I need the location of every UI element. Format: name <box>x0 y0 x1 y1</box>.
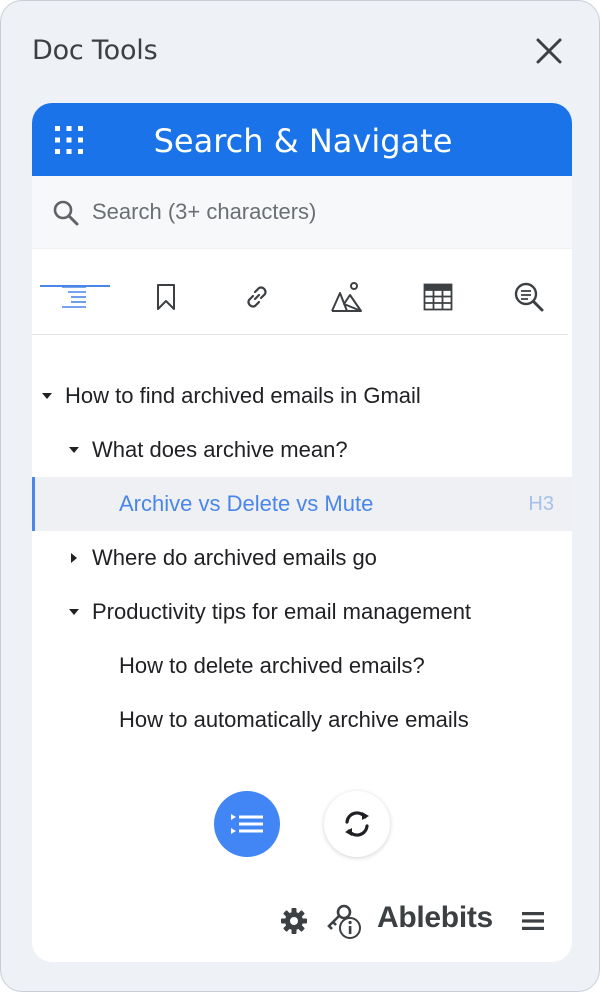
tree-item-label: How to automatically archive emails <box>119 707 469 732</box>
search-bar <box>32 176 572 249</box>
caret-right-icon[interactable] <box>68 552 80 564</box>
outline-view-button[interactable] <box>214 791 280 857</box>
gear-icon[interactable] <box>280 907 308 935</box>
tree-item-selected[interactable]: Archive vs Delete vs Mute H3 <box>32 477 572 531</box>
tree-item-label: How to delete archived emails? <box>119 653 425 678</box>
search-input[interactable] <box>92 192 552 232</box>
heading-level-badge: H3 <box>528 492 554 515</box>
list-outline-icon <box>231 814 263 834</box>
tab-tables[interactable] <box>403 249 473 335</box>
sidebar-title: Doc Tools <box>32 35 158 66</box>
find-icon <box>514 282 544 312</box>
tab-bookmarks[interactable] <box>131 249 201 335</box>
tree-item[interactable]: Where do archived emails go <box>32 531 572 585</box>
table-icon <box>423 283 453 311</box>
tree-item-label: What does archive mean? <box>92 437 348 462</box>
tabs-divider <box>32 334 568 335</box>
tree-item[interactable]: Productivity tips for email management <box>32 585 572 639</box>
tree-item-label: Archive vs Delete vs Mute <box>119 491 374 516</box>
addon-card: Search & Navigate Search (3+ characters)… <box>32 103 572 962</box>
tree-item-label: Where do archived emails go <box>92 545 377 570</box>
link-icon <box>247 286 267 308</box>
close-button[interactable] <box>529 31 569 71</box>
tab-headings[interactable] <box>39 249 109 335</box>
tab-links[interactable] <box>222 249 292 335</box>
tab-find[interactable] <box>494 249 564 335</box>
tab-bar <box>32 249 572 335</box>
search-icon <box>53 200 79 226</box>
hamburger-menu-icon[interactable] <box>521 911 545 931</box>
refresh-button[interactable] <box>324 791 390 857</box>
close-icon <box>536 38 562 64</box>
image-icon <box>331 282 362 312</box>
caret-down-icon[interactable] <box>68 444 80 456</box>
tree-item-label: How to find archived emails in Gmail <box>65 383 421 408</box>
tree-item[interactable]: What does archive mean? <box>32 423 572 477</box>
caret-down-icon[interactable] <box>68 606 80 618</box>
tree-item[interactable]: How to automatically archive emails <box>32 693 572 747</box>
key-info-icon[interactable] <box>324 903 364 941</box>
refresh-icon <box>345 811 369 837</box>
tab-images[interactable] <box>312 249 382 335</box>
bookmark-icon <box>157 284 175 310</box>
tree-item[interactable]: How to delete archived emails? <box>32 639 572 693</box>
caret-down-icon[interactable] <box>41 390 53 402</box>
card-header: Search & Navigate <box>32 103 572 176</box>
header-title: Search & Navigate <box>153 122 453 160</box>
active-tab-indicator <box>40 285 110 287</box>
tree-item[interactable]: How to find archived emails in Gmail <box>32 369 572 423</box>
sidebar-panel: Doc Tools Search & Navigate Search (3+ c… <box>0 0 600 992</box>
ablebits-logo[interactable]: Ablebits <box>377 901 493 935</box>
tree-item-label: Productivity tips for email management <box>92 599 472 624</box>
